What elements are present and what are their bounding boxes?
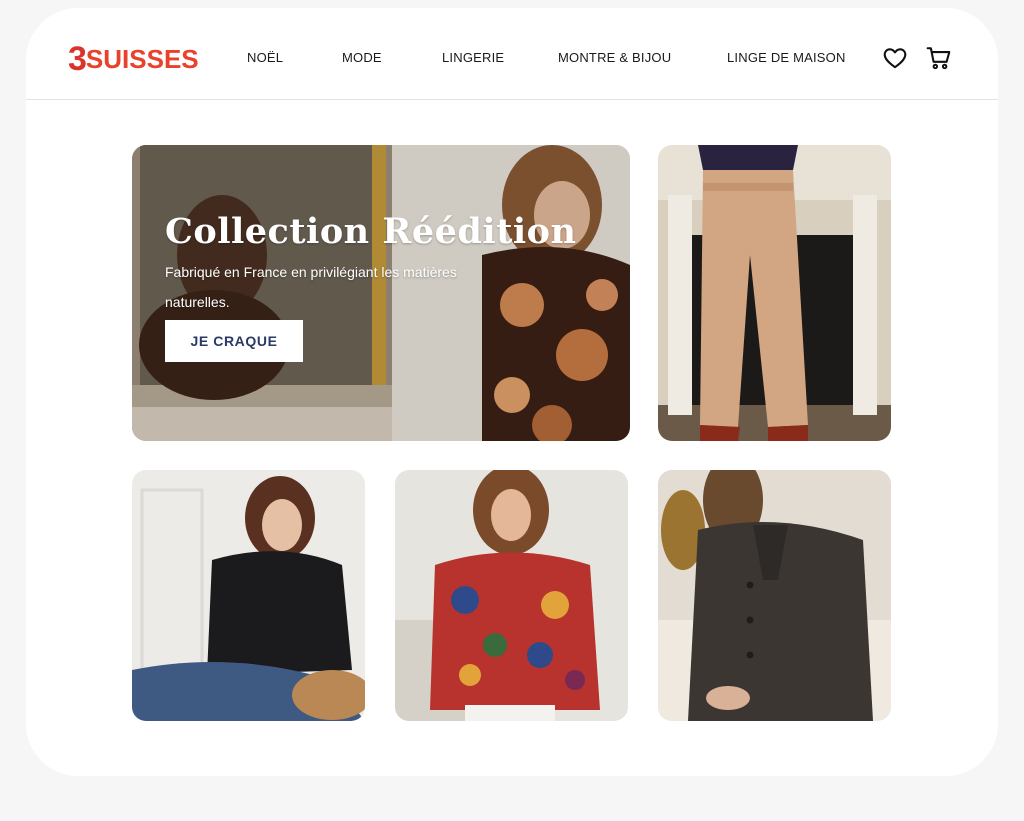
nav-item-linge-de-maison[interactable]: LINGE DE MAISON: [727, 50, 846, 65]
brand-logo[interactable]: 3 SUISSES: [68, 42, 199, 76]
product-card-trousers[interactable]: [658, 145, 891, 441]
hero-title: Collection Réédition: [165, 211, 577, 252]
nav-item-noel[interactable]: NOËL: [247, 50, 283, 65]
nav-item-mode[interactable]: MODE: [342, 50, 382, 65]
product-card-black-blouse[interactable]: [132, 470, 365, 721]
product-card-printed-shirt[interactable]: [395, 470, 628, 721]
site-header: 3 SUISSES NOËL MODE LINGERIE MONTRE & BI…: [26, 8, 998, 100]
cart-icon[interactable]: [926, 45, 952, 71]
nav-item-lingerie[interactable]: LINGERIE: [442, 50, 504, 65]
je-craque-button[interactable]: JE CRAQUE: [165, 320, 303, 362]
product-image: [395, 470, 628, 721]
nav-item-montre-bijou[interactable]: MONTRE & BIJOU: [558, 50, 671, 65]
product-card-grey-coat[interactable]: [658, 470, 891, 721]
hero-banner[interactable]: Collection Réédition Fabriqué en France …: [132, 145, 630, 441]
product-image: [658, 470, 891, 721]
heart-icon[interactable]: [882, 45, 908, 71]
product-image: [132, 470, 365, 721]
product-image: [658, 145, 891, 441]
hero-subtitle: Fabriqué en France en privilégiant les m…: [165, 264, 457, 310]
logo-text: SUISSES: [85, 43, 199, 74]
logo-number: 3: [68, 40, 87, 78]
browser-window: 3 SUISSES NOËL MODE LINGERIE MONTRE & BI…: [26, 8, 998, 776]
